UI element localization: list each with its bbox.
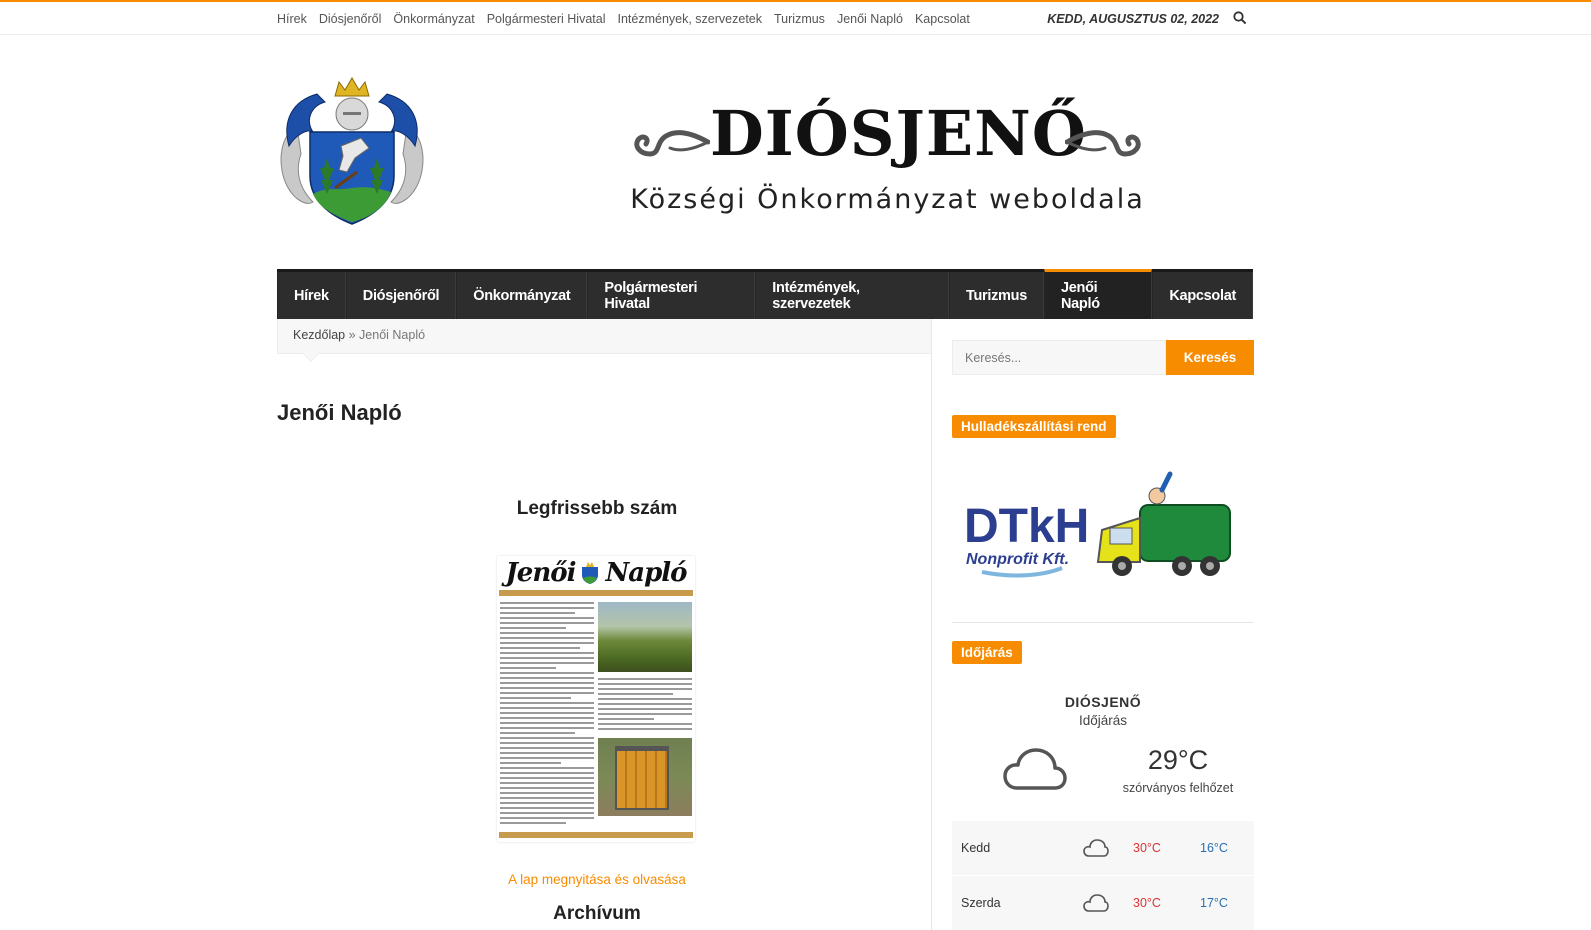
nav-item-hirek[interactable]: Hírek xyxy=(277,272,346,319)
current-temperature: 29°C xyxy=(1147,745,1209,775)
weather-description: szórványos felhőzet xyxy=(1122,781,1234,795)
waste-logo-subtext: Nonprofit Kft. xyxy=(966,551,1069,568)
forecast-day: Kedd xyxy=(961,841,991,855)
top-nav-jenoi-naplo[interactable]: Jenői Napló xyxy=(837,12,903,26)
content-sidebar-divider xyxy=(931,319,932,930)
cover-masthead-right: Napló xyxy=(605,558,687,588)
forecast-row: Kedd 30°C 16°C xyxy=(952,821,1254,875)
nav-item-diosjenorol[interactable]: Diósjenőről xyxy=(345,272,457,319)
top-nav: Hírek Diósjenőről Önkormányzat Polgármes… xyxy=(277,12,970,26)
open-issue-link[interactable]: A lap megnyitása és olvasása xyxy=(432,872,762,887)
cover-text-column-left xyxy=(500,602,594,827)
top-nav-turizmus[interactable]: Turizmus xyxy=(774,12,825,26)
newspaper-cover-image[interactable]: Jenői Napló xyxy=(497,556,695,842)
forecast-high: 30°C xyxy=(1133,841,1161,855)
forecast-row: Szerda 30°C 17°C xyxy=(952,876,1254,930)
cloud-icon xyxy=(1083,839,1109,857)
flourish-left-icon xyxy=(634,130,710,157)
site-brand[interactable]: DIÓSJENŐ Községi Önkormányzat weboldala xyxy=(630,92,1145,232)
cover-photo-plants xyxy=(598,602,692,672)
site-subtitle: Községi Önkormányzat weboldala xyxy=(630,184,1145,215)
flourish-right-icon xyxy=(1065,130,1141,157)
forecast-day: Szerda xyxy=(961,896,1001,910)
cover-crest-icon xyxy=(582,562,599,584)
nav-item-turizmus[interactable]: Turizmus xyxy=(949,272,1044,319)
current-date: KEDD, AUGUSZTUS 02, 2022 xyxy=(1047,12,1219,26)
main-nav: Hírek Diósjenőről Önkormányzat Polgármes… xyxy=(277,269,1253,319)
search-button[interactable]: Keresés xyxy=(1166,340,1254,375)
forecast-high: 30°C xyxy=(1133,896,1161,910)
cover-header-band xyxy=(499,590,693,596)
forecast-low: 16°C xyxy=(1200,841,1228,855)
forecast-low: 17°C xyxy=(1200,896,1228,910)
site-title: DIÓSJENŐ xyxy=(710,97,1087,170)
cover-masthead-left: Jenői xyxy=(505,558,577,588)
weather-widget-title: Időjárás xyxy=(952,641,1022,664)
nav-item-polgarmesteri-hivatal[interactable]: Polgármesteri Hivatal xyxy=(587,272,756,319)
top-nav-diosjenorol[interactable]: Diósjenőről xyxy=(319,12,382,26)
breadcrumb-current: Jenői Napló xyxy=(359,328,426,342)
breadcrumb: Kezdőlap » Jenői Napló xyxy=(277,319,932,354)
cover-masthead: Jenői Napló xyxy=(497,556,695,590)
top-nav-kapcsolat[interactable]: Kapcsolat xyxy=(915,12,970,26)
breadcrumb-home[interactable]: Kezdőlap xyxy=(293,328,345,342)
nav-item-onkormanyzat[interactable]: Önkormányzat xyxy=(456,272,588,319)
top-nav-onkormanyzat[interactable]: Önkormányzat xyxy=(393,12,474,26)
top-nav-hirek[interactable]: Hírek xyxy=(277,12,307,26)
breadcrumb-separator: » xyxy=(348,328,356,342)
page-title: Jenői Napló xyxy=(277,400,402,425)
waste-company-banner[interactable]: DTkH Nonprofit Kft. xyxy=(952,460,1254,608)
widget-divider xyxy=(952,622,1254,623)
nav-item-kapcsolat[interactable]: Kapcsolat xyxy=(1152,272,1253,319)
breadcrumb-notch-fill xyxy=(303,353,319,361)
garbage-truck-icon xyxy=(1096,471,1231,576)
nav-item-jenoi-naplo[interactable]: Jenői Napló xyxy=(1043,269,1153,319)
search-input[interactable] xyxy=(952,340,1166,375)
top-nav-intezmenyek[interactable]: Intézmények, szervezetek xyxy=(617,12,762,26)
waste-widget-title: Hulladékszállítási rend xyxy=(952,415,1116,438)
cover-bin-graphic xyxy=(615,746,669,810)
cover-footer-band xyxy=(499,832,693,838)
top-bar: Hírek Diósjenőről Önkormányzat Polgármes… xyxy=(0,0,1591,35)
cover-text-column-right xyxy=(598,678,692,733)
coat-of-arms-logo[interactable] xyxy=(277,76,427,228)
weather-city: DIÓSJENŐ xyxy=(1064,694,1142,710)
waste-logo-text: DTkH xyxy=(964,500,1089,553)
latest-issue-heading: Legfrissebb szám xyxy=(516,498,678,519)
search-icon[interactable] xyxy=(1233,11,1247,25)
cloud-icon xyxy=(1003,748,1067,790)
nav-item-intezmenyek[interactable]: Intézmények, szervezetek xyxy=(755,272,949,319)
archive-heading: Archívum xyxy=(553,903,641,924)
cloud-icon xyxy=(1083,894,1109,912)
top-nav-polgarmesteri-hivatal[interactable]: Polgármesteri Hivatal xyxy=(487,12,606,26)
weather-label: Időjárás xyxy=(1078,713,1128,728)
